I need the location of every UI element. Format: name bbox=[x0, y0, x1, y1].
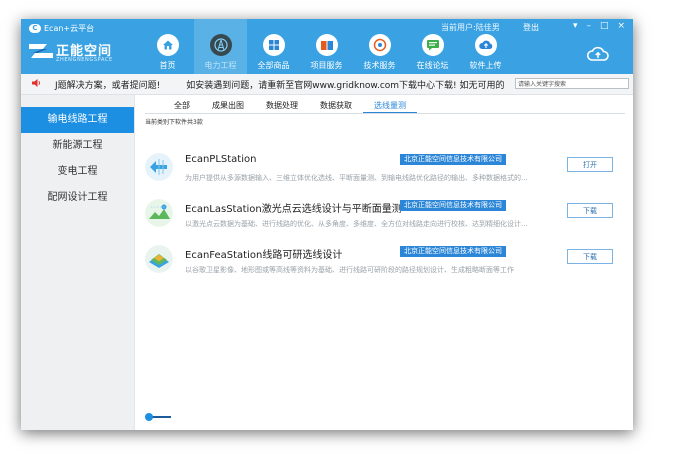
brand-c-icon: C bbox=[29, 24, 41, 33]
nav-label: 全部商品 bbox=[257, 61, 290, 70]
tab-route-survey[interactable]: 选线量测 bbox=[363, 99, 417, 114]
nav-home[interactable]: 首页 bbox=[141, 19, 194, 74]
nav-tech-services[interactable]: 技术服务 bbox=[353, 19, 406, 74]
current-user: 当前用户:陆佳男 bbox=[441, 23, 500, 32]
sidebar-item-distribution[interactable]: 配网设计工程 bbox=[21, 185, 134, 211]
announcement-text: J题解决方案，或者提问题! 如安装遇到问题，请重新至官网www.gridknow.… bbox=[55, 78, 505, 91]
home-icon bbox=[156, 34, 179, 56]
download-button[interactable]: 下载 bbox=[567, 203, 613, 218]
company-badge: 北京正能空间信息技术有限公司 bbox=[400, 154, 506, 165]
announcement-part-2: 如安装遇到问题，请重新至官网www.gridknow.com下载中心下载! 如无… bbox=[186, 81, 505, 91]
search-input[interactable]: 请输入关键字搜索 bbox=[515, 78, 629, 89]
software-description: 为用户提供从多源数据输入、三维立体优化选线、平断面量测、到输电线路优化路径的输出… bbox=[185, 174, 528, 182]
logo-subtitle: ZHENGNENGSPACE bbox=[56, 57, 113, 63]
software-title[interactable]: EcanFeaStation线路可研选线设计 bbox=[185, 246, 342, 261]
main-content: 全部 成果出图 数据处理 数据获取 选线量测 当前类别下软件共3款 EcanPL… bbox=[135, 95, 633, 430]
window-controls: ▾ – □ × bbox=[573, 21, 625, 31]
brand-small-label: Ecan+云平台 bbox=[44, 24, 95, 33]
tab-data-processing[interactable]: 数据处理 bbox=[255, 99, 309, 112]
nav-label: 软件上传 bbox=[469, 61, 502, 70]
tower-icon bbox=[209, 34, 232, 56]
company-badge: 北京正能空间信息技术有限公司 bbox=[400, 200, 506, 211]
app-window: C Ecan+云平台 正能空间 ZHENGNENGSPACE 首页 电力工程 全… bbox=[21, 19, 633, 430]
company-badge: 北京正能空间信息技术有限公司 bbox=[400, 246, 506, 257]
tab-data-acquisition[interactable]: 数据获取 bbox=[309, 99, 363, 112]
speaker-icon bbox=[32, 79, 40, 87]
sidebar-item-transmission[interactable]: 输电线路工程 bbox=[21, 107, 134, 133]
menu-dropdown-icon[interactable]: ▾ bbox=[573, 21, 578, 31]
nav-all-products[interactable]: 全部商品 bbox=[247, 19, 300, 74]
list-item: EcanLasStation激光点云选线设计与平断面量测 北京正能空间信息技术有… bbox=[135, 197, 633, 241]
download-button[interactable]: 下载 bbox=[567, 249, 613, 264]
list-item: EcanPLStation 北京正能空间信息技术有限公司 为用户提供从多源数据输… bbox=[135, 151, 633, 195]
software-description: 以谷歌卫星影像、地形图或等高线等资料为基础、进行线路可研阶段的路径规划设计、生成… bbox=[185, 266, 514, 274]
nav-label: 电力工程 bbox=[204, 61, 237, 70]
chat-icon bbox=[421, 34, 444, 56]
sidebar-item-substation[interactable]: 变电工程 bbox=[21, 159, 134, 185]
sidebar-item-new-energy[interactable]: 新能源工程 bbox=[21, 133, 134, 159]
tabs-divider bbox=[145, 113, 625, 114]
nav-power-engineering[interactable]: 电力工程 bbox=[194, 19, 247, 74]
fea-station-icon bbox=[145, 245, 173, 273]
support-icon bbox=[368, 34, 391, 56]
tab-drawing-output[interactable]: 成果出图 bbox=[201, 99, 255, 112]
software-count: 当前类别下软件共3款 bbox=[145, 119, 203, 126]
las-station-icon bbox=[145, 199, 173, 227]
nav-label: 技术服务 bbox=[363, 61, 396, 70]
category-tabs: 全部 成果出图 数据处理 数据获取 选线量测 bbox=[163, 99, 417, 114]
tab-all[interactable]: 全部 bbox=[163, 99, 201, 112]
nav-project-services[interactable]: 项目服务 bbox=[300, 19, 353, 74]
grid-icon bbox=[262, 34, 285, 56]
open-button[interactable]: 打开 bbox=[567, 157, 613, 172]
title-bar: C Ecan+云平台 正能空间 ZHENGNENGSPACE 首页 电力工程 全… bbox=[21, 19, 633, 74]
close-icon[interactable]: × bbox=[618, 21, 626, 31]
nav-label: 在线论坛 bbox=[416, 61, 449, 70]
logo: 正能空间 ZHENGNENGSPACE bbox=[29, 39, 129, 67]
software-title[interactable]: EcanLasStation激光点云选线设计与平断面量测 bbox=[185, 200, 402, 215]
cloud-upload-icon[interactable] bbox=[587, 46, 609, 62]
logo-mark-icon bbox=[29, 44, 53, 58]
list-item: EcanFeaStation线路可研选线设计 北京正能空间信息技术有限公司 以谷… bbox=[135, 243, 633, 287]
software-title[interactable]: EcanPLStation bbox=[185, 154, 256, 165]
software-description: 以激光点云数据为基础、进行线路的优化、从多角度、多维度、全方位对线路走向进行校核… bbox=[185, 220, 528, 228]
nav-label: 项目服务 bbox=[310, 61, 343, 70]
brand-small: C Ecan+云平台 bbox=[29, 23, 94, 34]
briefcase-icon bbox=[315, 34, 338, 56]
logout-link[interactable]: 登出 bbox=[523, 22, 539, 33]
minimize-icon[interactable]: – bbox=[587, 21, 592, 31]
upload-icon bbox=[474, 34, 497, 56]
announcement-part-1: J题解决方案，或者提问题! bbox=[55, 81, 161, 91]
loading-dot bbox=[145, 413, 153, 421]
pl-station-icon bbox=[145, 153, 173, 181]
loading-track bbox=[151, 416, 171, 418]
maximize-icon[interactable]: □ bbox=[600, 21, 609, 31]
announcement-bar: J题解决方案，或者提问题! 如安装遇到问题，请重新至官网www.gridknow.… bbox=[21, 74, 633, 95]
loading-indicator bbox=[145, 413, 171, 421]
sidebar: 输电线路工程 新能源工程 变电工程 配网设计工程 bbox=[21, 95, 135, 430]
nav-label: 首页 bbox=[159, 61, 176, 70]
